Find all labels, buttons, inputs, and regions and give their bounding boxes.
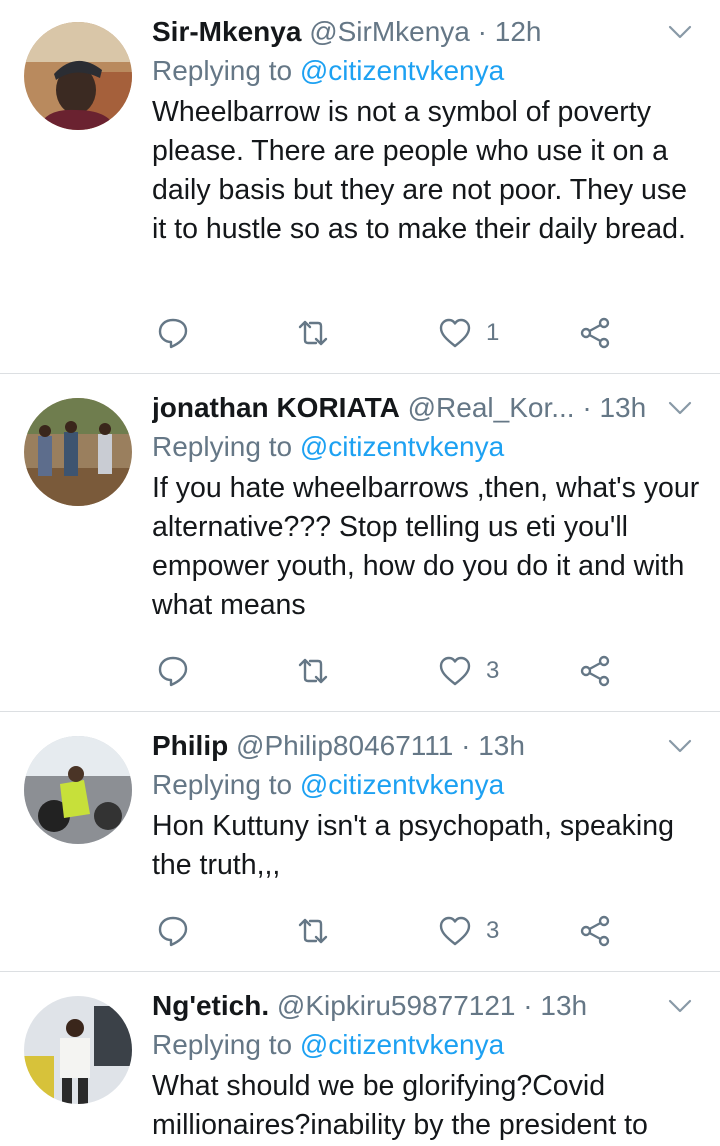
replying-to: Replying to @citizentvkenya bbox=[152, 428, 700, 466]
like-button[interactable]: 3 bbox=[438, 651, 499, 691]
mention-link[interactable]: @citizentvkenya bbox=[300, 55, 504, 86]
replying-to-label: Replying to bbox=[152, 1029, 293, 1060]
heart-icon bbox=[439, 916, 471, 946]
chevron-down-icon[interactable] bbox=[668, 996, 692, 1016]
timestamp[interactable]: 13h bbox=[540, 990, 587, 1021]
replying-to-label: Replying to bbox=[152, 55, 293, 86]
like-button[interactable]: 1 bbox=[438, 313, 499, 353]
reply-button[interactable] bbox=[156, 911, 190, 951]
avatar[interactable] bbox=[24, 22, 132, 130]
display-name[interactable]: jonathan KORIATA bbox=[152, 392, 400, 423]
replying-to: Replying to @citizentvkenya bbox=[152, 1026, 700, 1064]
tweet-header: Ng'etich. @Kipkiru59877121 · 13h bbox=[152, 988, 700, 1024]
replying-to: Replying to @citizentvkenya bbox=[152, 766, 700, 804]
tweet[interactable]: Ng'etich. @Kipkiru59877121 · 13h Replyin… bbox=[0, 972, 720, 1146]
share-button[interactable] bbox=[578, 313, 612, 353]
tweet[interactable]: Sir-Mkenya @SirMkenya · 12h Replying to … bbox=[0, 0, 720, 374]
timestamp[interactable]: 13h bbox=[478, 730, 525, 761]
reply-icon bbox=[158, 318, 188, 349]
like-button[interactable]: 3 bbox=[438, 911, 499, 951]
display-name[interactable]: Sir-Mkenya bbox=[152, 16, 301, 47]
share-button[interactable] bbox=[578, 651, 612, 691]
share-icon bbox=[580, 655, 610, 687]
like-count: 3 bbox=[486, 917, 500, 944]
retweet-button[interactable] bbox=[296, 651, 330, 691]
share-icon bbox=[580, 317, 610, 349]
user-handle[interactable]: @Kipkiru59877121 bbox=[277, 990, 516, 1021]
tweet-header: Sir-Mkenya @SirMkenya · 12h bbox=[152, 14, 700, 50]
retweet-icon bbox=[298, 658, 328, 684]
mention-link[interactable]: @citizentvkenya bbox=[300, 431, 504, 462]
user-handle[interactable]: @SirMkenya bbox=[309, 16, 470, 47]
retweet-button[interactable] bbox=[296, 313, 330, 353]
replying-to: Replying to @citizentvkenya bbox=[152, 52, 700, 90]
heart-icon bbox=[439, 656, 471, 686]
reply-button[interactable] bbox=[156, 313, 190, 353]
avatar[interactable] bbox=[24, 996, 132, 1104]
user-handle[interactable]: @Philip80467111 bbox=[236, 730, 453, 761]
reply-icon bbox=[158, 916, 188, 947]
tweet-header: jonathan KORIATA @Real_Kor... · 13h bbox=[152, 390, 700, 426]
reply-feed: Sir-Mkenya @SirMkenya · 12h Replying to … bbox=[0, 0, 720, 1146]
avatar[interactable] bbox=[24, 398, 132, 506]
display-name[interactable]: Philip bbox=[152, 730, 228, 761]
mention-link[interactable]: @citizentvkenya bbox=[300, 1029, 504, 1060]
heart-icon bbox=[439, 318, 471, 348]
like-count: 1 bbox=[486, 319, 500, 346]
chevron-down-icon[interactable] bbox=[668, 736, 692, 756]
reply-button[interactable] bbox=[156, 651, 190, 691]
separator-dot: · bbox=[523, 990, 533, 1021]
reply-icon bbox=[158, 656, 188, 687]
chevron-down-icon[interactable] bbox=[668, 398, 692, 418]
tweet-actions: 1 bbox=[152, 313, 632, 353]
avatar[interactable] bbox=[24, 736, 132, 844]
tweet-text: Hon Kuttuny isn't a psychopath, speaking… bbox=[152, 810, 674, 881]
tweet-text: What should we be glorifying?Covid milli… bbox=[152, 1070, 648, 1141]
replying-to-label: Replying to bbox=[152, 769, 293, 800]
mention-link[interactable]: @citizentvkenya bbox=[300, 769, 504, 800]
share-icon bbox=[580, 915, 610, 947]
tweet-actions: 3 bbox=[152, 651, 632, 691]
chevron-down-icon[interactable] bbox=[668, 22, 692, 42]
tweet-text: If you hate wheelbarrows ,then, what's y… bbox=[152, 472, 700, 621]
share-button[interactable] bbox=[578, 911, 612, 951]
tweet[interactable]: Philip @Philip80467111 · 13h Replying to… bbox=[0, 712, 720, 972]
user-handle[interactable]: @Real_Kor... bbox=[408, 392, 575, 423]
separator-dot: · bbox=[582, 392, 592, 423]
display-name[interactable]: Ng'etich. bbox=[152, 990, 269, 1021]
separator-dot: · bbox=[461, 730, 471, 761]
retweet-button[interactable] bbox=[296, 911, 330, 951]
separator-dot: · bbox=[477, 16, 487, 47]
retweet-icon bbox=[298, 918, 328, 944]
timestamp[interactable]: 12h bbox=[495, 16, 542, 47]
retweet-icon bbox=[298, 320, 328, 346]
tweet[interactable]: jonathan KORIATA @Real_Kor... · 13h Repl… bbox=[0, 374, 720, 712]
tweet-text: Wheelbarrow is not a symbol of poverty p… bbox=[152, 96, 687, 245]
like-count: 3 bbox=[486, 657, 500, 684]
timestamp[interactable]: 13h bbox=[599, 392, 646, 423]
replying-to-label: Replying to bbox=[152, 431, 293, 462]
tweet-header: Philip @Philip80467111 · 13h bbox=[152, 728, 700, 764]
tweet-actions: 3 bbox=[152, 911, 632, 951]
